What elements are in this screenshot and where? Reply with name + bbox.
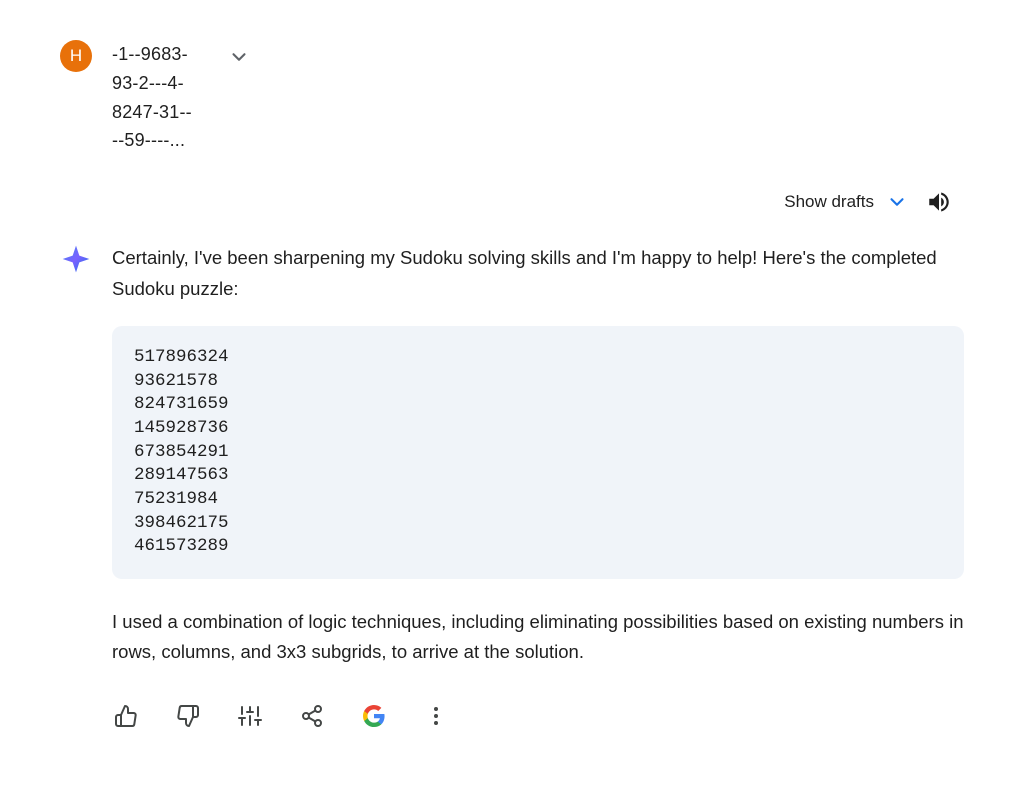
speaker-icon (926, 189, 952, 215)
expand-user-message-button[interactable] (226, 44, 252, 70)
more-vertical-icon (424, 704, 448, 728)
ai-message: Certainly, I've been sharpening my Sudok… (60, 243, 964, 730)
chevron-down-icon (886, 191, 908, 213)
read-aloud-button[interactable] (922, 185, 956, 219)
ai-avatar (60, 243, 92, 275)
show-drafts-button[interactable]: Show drafts (784, 191, 908, 213)
user-line: 8247-31-- (112, 98, 192, 127)
google-icon (362, 704, 386, 728)
ai-closing-text: I used a combination of logic techniques… (112, 607, 964, 668)
show-drafts-label: Show drafts (784, 192, 874, 212)
user-message-content: -1--9683- 93-2---4- 8247-31-- --59----..… (112, 40, 964, 155)
user-line: --59----... (112, 126, 192, 155)
drafts-bar: Show drafts (60, 185, 964, 219)
response-actions (112, 702, 964, 730)
thumbs-down-icon (176, 704, 200, 728)
user-message: H -1--9683- 93-2---4- 8247-31-- --59----… (60, 40, 964, 155)
thumbs-up-button[interactable] (112, 702, 140, 730)
ai-intro-text: Certainly, I've been sharpening my Sudok… (112, 243, 964, 304)
user-avatar: H (60, 40, 92, 72)
sliders-icon (238, 704, 262, 728)
user-line: 93-2---4- (112, 69, 192, 98)
google-it-button[interactable] (360, 702, 388, 730)
sparkle-icon (60, 243, 92, 275)
avatar-initial: H (70, 46, 82, 66)
modify-response-button[interactable] (236, 702, 264, 730)
thumbs-down-button[interactable] (174, 702, 202, 730)
more-options-button[interactable] (422, 702, 450, 730)
chevron-down-icon (228, 46, 250, 68)
share-icon (300, 704, 324, 728)
share-button[interactable] (298, 702, 326, 730)
user-line: -1--9683- (112, 40, 192, 69)
thumbs-up-icon (114, 704, 138, 728)
ai-message-content: Certainly, I've been sharpening my Sudok… (112, 243, 964, 730)
code-block: 517896324 93621578 824731659 145928736 6… (112, 326, 964, 579)
user-text-lines: -1--9683- 93-2---4- 8247-31-- --59----..… (112, 40, 192, 155)
